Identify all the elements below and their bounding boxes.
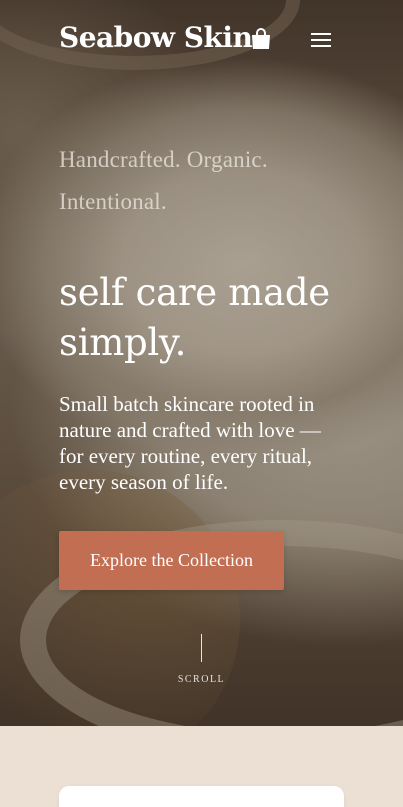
hero-tagline: Handcrafted. Organic. Intentional. [59, 147, 268, 214]
scroll-indicator-line [201, 634, 202, 662]
hero-subcopy: Small batch skincare rooted in nature an… [59, 392, 321, 494]
explore-collection-button[interactable]: Explore the Collection [59, 531, 284, 590]
content-card [59, 786, 344, 807]
brand-logo[interactable]: Seabow Skin [59, 21, 253, 54]
page: Seabow Skin Handcrafted. Organic. Intent… [0, 0, 403, 807]
shopping-bag-icon[interactable] [250, 27, 272, 51]
hero-section: Seabow Skin Handcrafted. Organic. Intent… [0, 0, 403, 726]
hamburger-menu-icon[interactable] [310, 31, 332, 49]
scroll-label[interactable]: SCROLL [150, 674, 253, 685]
hero-headline: self care made simply. [59, 271, 330, 364]
